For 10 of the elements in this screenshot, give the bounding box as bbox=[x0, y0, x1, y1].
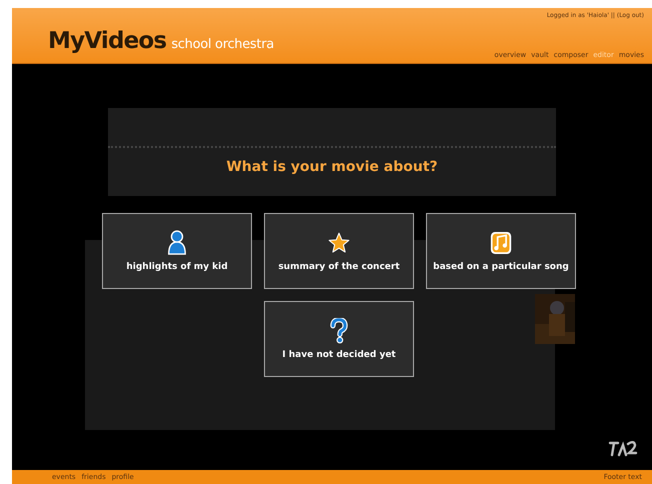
music-note-icon bbox=[490, 230, 512, 256]
site-logo[interactable]: MyVideos bbox=[48, 28, 166, 54]
option-button[interactable]: summary of the concert bbox=[264, 213, 414, 289]
person-icon bbox=[166, 230, 188, 256]
option-button[interactable]: based on a particular song bbox=[426, 213, 576, 289]
dialog-question: What is your movie about? bbox=[225, 159, 439, 175]
option-button[interactable]: highlights of my kid bbox=[102, 213, 252, 289]
site-subtitle: school orchestra bbox=[171, 37, 274, 52]
question-mark-icon bbox=[328, 318, 350, 344]
option-button[interactable]: I have not decided yet bbox=[264, 301, 414, 377]
